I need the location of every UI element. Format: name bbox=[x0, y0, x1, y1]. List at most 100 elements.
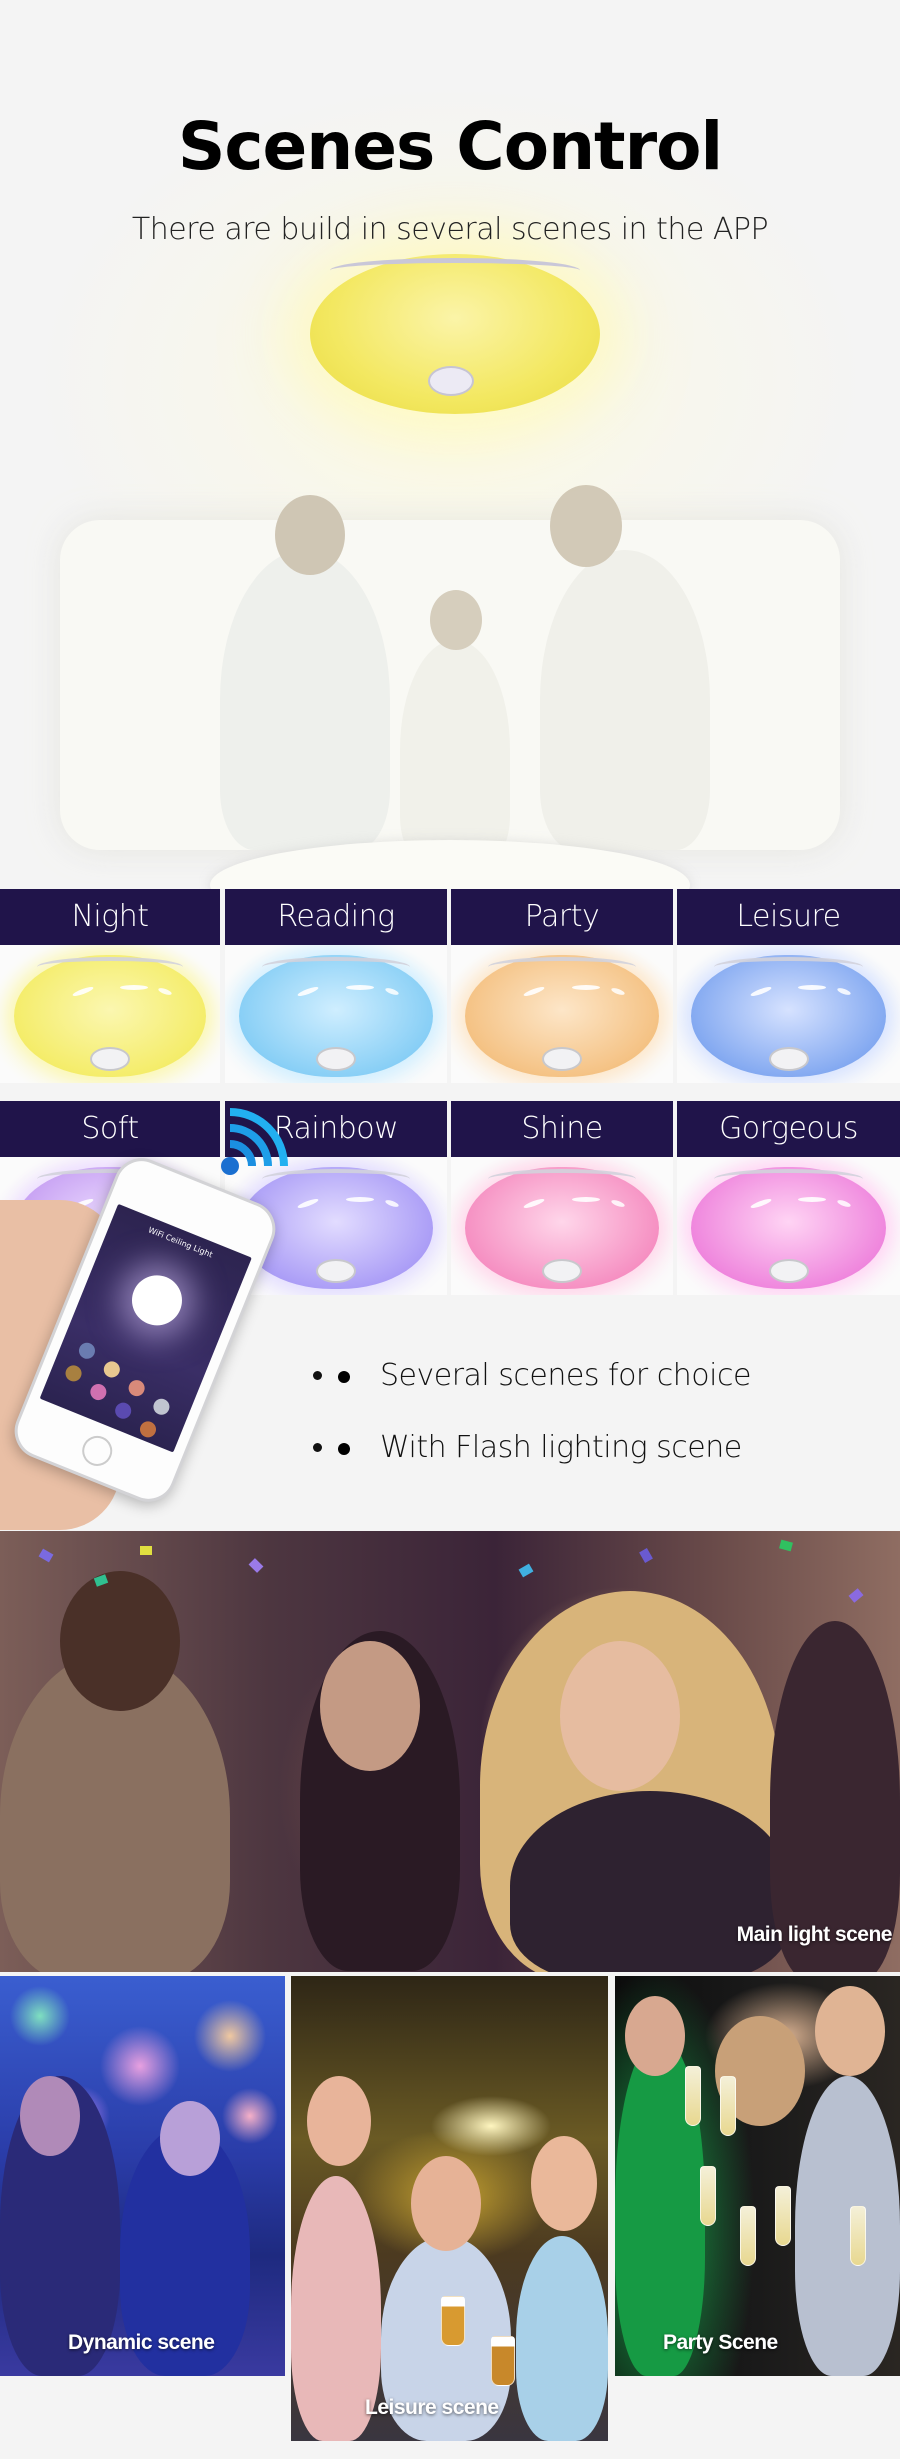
scene-thumb bbox=[126, 1377, 148, 1399]
champagne-glass bbox=[740, 2206, 756, 2266]
page-title: Scenes Control bbox=[177, 108, 723, 185]
photo-caption: Party Scene bbox=[663, 2331, 778, 2354]
mother-figure bbox=[540, 550, 710, 850]
photo-person-head bbox=[560, 1641, 680, 1791]
photo-person-head bbox=[60, 1571, 180, 1711]
feature-list: Several scenes for choice With Flash lig… bbox=[338, 1348, 751, 1492]
scene-label: Shine bbox=[451, 1101, 673, 1157]
scene-label: Night bbox=[0, 889, 220, 945]
scene-thumb bbox=[63, 1362, 84, 1384]
hero-section: Scenes Control There are build in severa… bbox=[0, 0, 900, 889]
photo-person bbox=[795, 2076, 900, 2376]
photo-person-head bbox=[411, 2156, 481, 2251]
scene-tile-leisure: Leisure bbox=[677, 889, 900, 1083]
scene-tile-gorgeous: Gorgeous bbox=[677, 1101, 900, 1295]
child-head bbox=[430, 590, 482, 650]
scene-thumb bbox=[76, 1340, 98, 1362]
confetti bbox=[38, 1548, 54, 1563]
photo-caption: Leisure scene bbox=[365, 2396, 499, 2419]
party-scene-photo: Party Scene bbox=[615, 1976, 900, 2376]
champagne-glass bbox=[700, 2166, 716, 2226]
scene-lamp-image bbox=[677, 945, 900, 1083]
photo-caption: Dynamic scene bbox=[68, 2331, 215, 2354]
wifi-icon bbox=[221, 1108, 288, 1175]
champagne-glass bbox=[720, 2076, 736, 2136]
photo-person-head bbox=[20, 2076, 80, 2156]
champagne-glass bbox=[850, 2206, 866, 2266]
leisure-scene-photo: Leisure scene bbox=[291, 1976, 608, 2441]
scene-label: Party bbox=[451, 889, 673, 945]
ceiling-lamp-image bbox=[310, 254, 600, 414]
feature-item: Several scenes for choice bbox=[338, 1348, 751, 1420]
ceiling-lamp bbox=[239, 955, 433, 1077]
scene-tile-party: Party bbox=[451, 889, 673, 1083]
confetti bbox=[518, 1563, 534, 1578]
scene-lamp-image bbox=[225, 945, 447, 1083]
scene-thumbnails bbox=[56, 1339, 190, 1440]
ceiling-lamp bbox=[14, 955, 206, 1077]
beer-glass bbox=[441, 2296, 465, 2346]
app-title: WiFi Ceiling Light bbox=[146, 1225, 214, 1260]
page-subtitle: There are build in several scenes in the… bbox=[131, 212, 769, 247]
lamp-sensor bbox=[316, 1259, 356, 1283]
scene-lamp-image bbox=[677, 1157, 900, 1295]
beer-glass bbox=[491, 2336, 515, 2386]
lamp-sensor bbox=[768, 1047, 809, 1071]
champagne-glass bbox=[685, 2066, 701, 2126]
photo-person-head bbox=[625, 1996, 685, 2076]
bulb-icon bbox=[124, 1267, 190, 1333]
scene-label: Soft bbox=[0, 1101, 220, 1157]
scene-tile-shine: Shine bbox=[451, 1101, 673, 1295]
photo-person-head bbox=[320, 1641, 420, 1771]
scene-thumb bbox=[101, 1359, 123, 1380]
home-button bbox=[77, 1431, 117, 1471]
scene-thumb bbox=[87, 1381, 109, 1403]
scene-tile-reading: Reading bbox=[225, 889, 447, 1083]
confetti bbox=[140, 1546, 152, 1555]
bullet-icon bbox=[338, 1371, 350, 1383]
child-figure bbox=[400, 640, 510, 860]
photo-person-head bbox=[531, 2136, 597, 2231]
ceiling-lamp bbox=[691, 1167, 886, 1289]
scene-lamp-image bbox=[0, 945, 220, 1083]
champagne-glass bbox=[775, 2186, 791, 2246]
father-figure bbox=[220, 550, 390, 850]
scene-thumb bbox=[112, 1400, 134, 1422]
photo-person bbox=[770, 1621, 900, 1972]
lamp-sensor bbox=[542, 1047, 582, 1071]
lamp-sensor bbox=[428, 366, 474, 396]
photo-caption: Main light scene bbox=[736, 1923, 893, 1946]
confetti bbox=[848, 1588, 864, 1603]
bullet-icon bbox=[338, 1443, 350, 1455]
lamp-sensor bbox=[768, 1259, 809, 1283]
ceiling-lamp bbox=[465, 1167, 659, 1289]
scene-thumb bbox=[151, 1396, 172, 1418]
family-illustration bbox=[70, 440, 830, 880]
main-light-scene-photo: Main light scene bbox=[0, 1531, 900, 1972]
confetti bbox=[779, 1539, 793, 1552]
confetti bbox=[639, 1548, 653, 1563]
scene-lamp-image bbox=[451, 1157, 673, 1295]
mother-head bbox=[550, 485, 622, 567]
lamp-sensor bbox=[90, 1047, 130, 1071]
scene-thumb bbox=[137, 1418, 159, 1440]
father-head bbox=[275, 495, 345, 575]
feature-item: With Flash lighting scene bbox=[338, 1420, 751, 1492]
photo-person bbox=[516, 2236, 608, 2441]
lamp-sensor bbox=[542, 1259, 582, 1283]
feature-text: With Flash lighting scene bbox=[380, 1430, 742, 1465]
scene-label: Leisure bbox=[677, 889, 900, 945]
ceiling-lamp bbox=[691, 955, 886, 1077]
photo-person-head bbox=[160, 2101, 220, 2176]
feature-text: Several scenes for choice bbox=[380, 1358, 751, 1393]
photo-person-head bbox=[307, 2076, 371, 2166]
scene-lamp-image bbox=[451, 945, 673, 1083]
photo-person-head bbox=[815, 1986, 885, 2076]
scene-tile-night: Night bbox=[0, 889, 220, 1083]
dynamic-scene-photo: Dynamic scene bbox=[0, 1976, 285, 2376]
ceiling-lamp bbox=[465, 955, 659, 1077]
scene-label: Reading bbox=[225, 889, 447, 945]
scene-label: Gorgeous bbox=[677, 1101, 900, 1157]
confetti bbox=[248, 1558, 264, 1573]
lamp-sensor bbox=[316, 1047, 356, 1071]
